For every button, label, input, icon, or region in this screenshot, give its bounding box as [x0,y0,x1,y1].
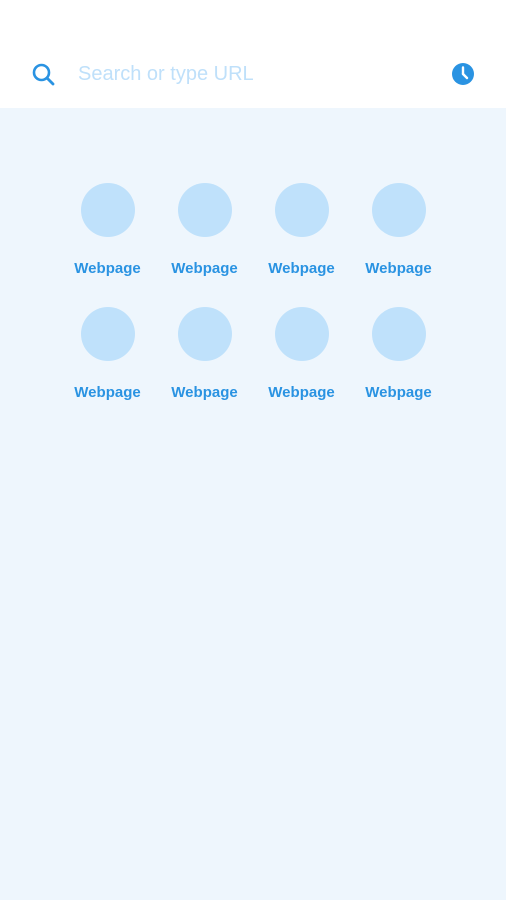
shortcut-tile[interactable]: Webpage [59,183,156,278]
shortcut-grid: Webpage Webpage Webpage Webpage Webpage … [59,183,447,402]
shortcut-tile[interactable]: Webpage [350,183,447,278]
webpage-thumbnail-icon [177,183,232,237]
search-icon[interactable] [31,62,55,86]
shortcut-tile[interactable]: Webpage [350,307,447,402]
search-input[interactable] [78,58,418,90]
shortcut-tile[interactable]: Webpage [156,183,253,278]
shortcut-tile[interactable]: Webpage [253,183,350,278]
shortcut-label: Webpage [171,384,238,401]
shortcut-label: Webpage [74,260,141,277]
webpage-thumbnail-icon [80,307,135,361]
webpage-thumbnail-icon [177,307,232,361]
shortcut-tile[interactable]: Webpage [253,307,350,402]
webpage-thumbnail-icon [371,183,426,237]
address-bar [0,0,506,108]
shortcut-label: Webpage [74,384,141,401]
webpage-thumbnail-icon [371,307,426,361]
shortcut-label: Webpage [171,260,238,277]
shortcut-label: Webpage [365,384,432,401]
shortcut-label: Webpage [365,260,432,277]
shortcut-label: Webpage [268,384,335,401]
webpage-thumbnail-icon [274,183,329,237]
shortcut-label: Webpage [268,260,335,277]
clock-icon[interactable] [451,62,475,86]
shortcut-tile[interactable]: Webpage [59,307,156,402]
webpage-thumbnail-icon [274,307,329,361]
shortcut-tile[interactable]: Webpage [156,307,253,402]
webpage-thumbnail-icon [80,183,135,237]
